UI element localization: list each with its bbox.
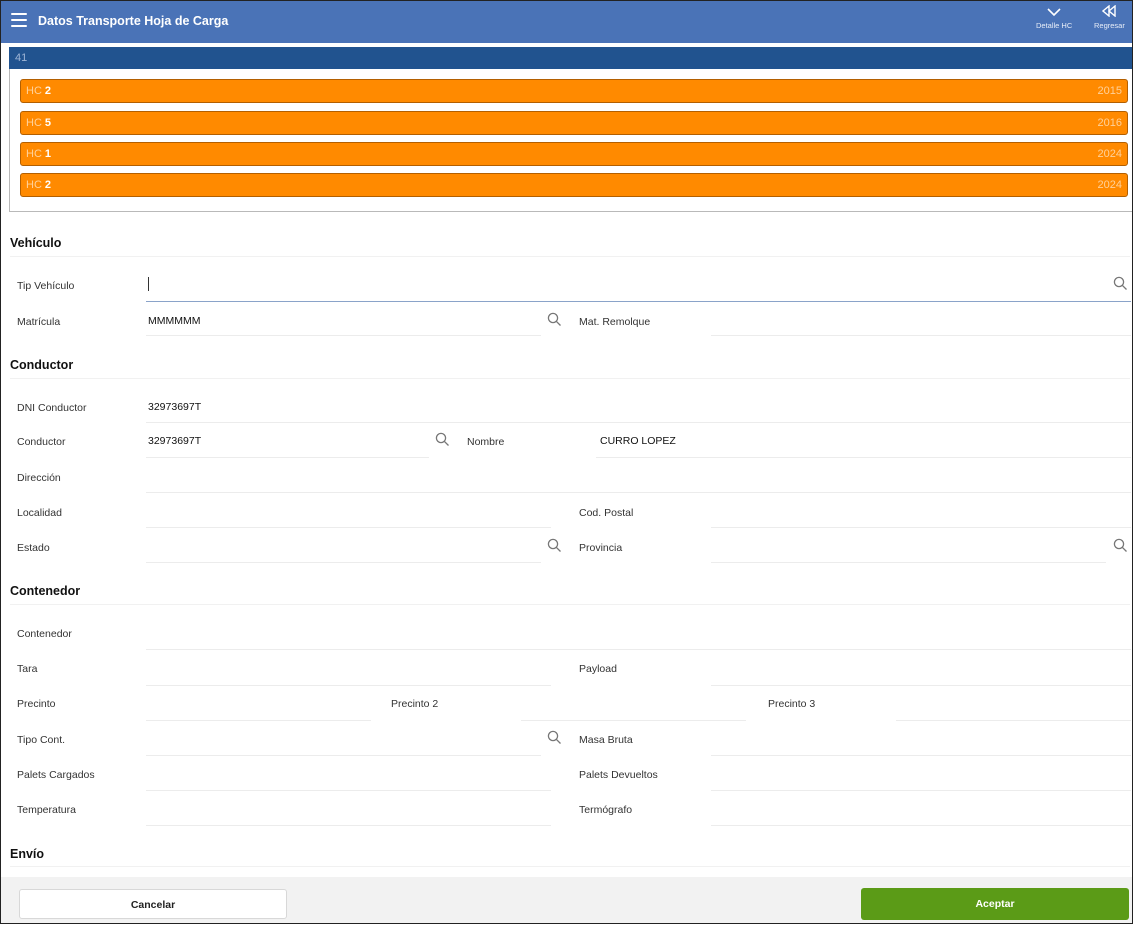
hc-item[interactable]: HC 2 2024	[20, 173, 1128, 197]
hc-year: 2016	[1097, 117, 1122, 129]
hc-number: 1	[44, 148, 52, 160]
field-underline	[596, 457, 1131, 458]
hc-prefix: HC	[26, 85, 42, 97]
field-underline	[146, 422, 1131, 423]
back-button[interactable]: Regresar	[1094, 4, 1125, 30]
hc-number: 5	[44, 117, 52, 129]
hc-year: 2024	[1097, 148, 1122, 160]
field-underline	[146, 335, 541, 336]
localidad-label: Localidad	[17, 507, 62, 519]
hc-prefix: HC	[26, 148, 42, 160]
search-icon[interactable]	[547, 312, 562, 327]
cod-postal-field[interactable]	[711, 527, 1131, 528]
tip-vehiculo-input[interactable]	[146, 271, 1131, 302]
palets-cargados-field[interactable]	[146, 790, 551, 791]
text-caret	[148, 277, 149, 291]
masa-bruta-field[interactable]	[711, 755, 1131, 756]
precinto-label: Precinto	[17, 698, 56, 710]
palets-cargados-label: Palets Cargados	[17, 769, 95, 781]
matricula-field[interactable]: MMMMMM	[148, 315, 200, 327]
section-title-contenedor: Contenedor	[10, 584, 81, 598]
detail-hc-button[interactable]: Detalle HC	[1036, 5, 1072, 30]
masa-bruta-label: Masa Bruta	[579, 734, 633, 746]
search-icon[interactable]	[547, 538, 562, 553]
estado-label: Estado	[17, 542, 50, 554]
hc-prefix: HC	[26, 117, 42, 129]
chevron-down-icon	[1036, 5, 1072, 21]
divider	[10, 604, 1130, 605]
tipo-cont-field[interactable]	[146, 755, 541, 756]
menu-icon[interactable]	[11, 13, 27, 27]
contenedor-field[interactable]	[146, 649, 1131, 650]
temperatura-label: Temperatura	[17, 804, 76, 816]
conductor-label: Conductor	[17, 436, 66, 448]
hc-year: 2015	[1097, 85, 1122, 97]
search-icon[interactable]	[1113, 276, 1128, 291]
search-icon[interactable]	[1113, 538, 1128, 553]
hc-number: 2	[44, 179, 52, 191]
estado-field[interactable]	[146, 562, 541, 563]
precinto3-field[interactable]	[896, 720, 1131, 721]
palets-devueltos-field[interactable]	[711, 790, 1131, 791]
hc-item[interactable]: HC 2 2015	[20, 79, 1128, 103]
field-underline	[146, 457, 429, 458]
precinto3-label: Precinto 3	[768, 698, 816, 710]
section-title-envio: Envío	[10, 847, 45, 861]
tara-field[interactable]	[146, 685, 551, 686]
provincia-label: Provincia	[579, 542, 623, 554]
top-bar: Datos Transporte Hoja de Carga Detalle H…	[1, 1, 1132, 43]
palets-devueltos-label: Palets Devueltos	[579, 769, 658, 781]
section-title-conductor: Conductor	[10, 358, 74, 372]
mat-remolque-label: Mat. Remolque	[579, 316, 651, 328]
hc-year: 2024	[1097, 179, 1122, 191]
detail-hc-label: Detalle HC	[1036, 21, 1073, 30]
matricula-label: Matrícula	[17, 316, 61, 328]
precinto2-label: Precinto 2	[391, 698, 439, 710]
termografo-field[interactable]	[711, 825, 1131, 826]
cod-postal-label: Cod. Postal	[579, 507, 634, 519]
divider	[10, 378, 1130, 379]
hc-group-header[interactable]: 41	[9, 47, 1132, 69]
payload-field[interactable]	[711, 685, 1131, 686]
provincia-field[interactable]	[711, 562, 1106, 563]
hc-number: 2	[44, 85, 52, 97]
app-frame: Datos Transporte Hoja de Carga Detalle H…	[0, 0, 1133, 924]
dni-conductor-label: DNI Conductor	[17, 402, 87, 414]
search-icon[interactable]	[547, 730, 562, 745]
contenedor-label: Contenedor	[17, 628, 72, 640]
back-label: Regresar	[1094, 21, 1125, 30]
tara-label: Tara	[17, 663, 38, 675]
accept-button[interactable]: Aceptar	[861, 888, 1129, 920]
tip-vehiculo-label: Tip Vehículo	[17, 280, 75, 292]
section-title-vehiculo: Vehículo	[10, 236, 62, 250]
search-icon[interactable]	[435, 432, 450, 447]
conductor-field[interactable]: 32973697T	[148, 435, 201, 447]
nombre-label: Nombre	[467, 436, 505, 448]
direccion-label: Dirección	[17, 472, 61, 484]
direccion-field[interactable]	[146, 492, 1131, 493]
termografo-label: Termógrafo	[579, 804, 633, 816]
tipo-cont-label: Tipo Cont.	[17, 734, 66, 746]
hc-item[interactable]: HC 5 2016	[20, 111, 1128, 135]
nombre-field[interactable]: CURRO LOPEZ	[600, 435, 676, 447]
page-title: Datos Transporte Hoja de Carga	[38, 14, 229, 28]
hc-prefix: HC	[26, 179, 42, 191]
precinto-field[interactable]	[146, 720, 371, 721]
dni-conductor-field[interactable]: 32973697T	[148, 401, 201, 413]
back-icon	[1094, 4, 1125, 21]
divider	[10, 256, 1130, 257]
cancel-button[interactable]: Cancelar	[19, 889, 287, 919]
divider	[10, 866, 1130, 867]
temperatura-field[interactable]	[146, 825, 551, 826]
hc-list: HC 2 2015 HC 5 2016 HC 1 2024 HC 2 2024	[9, 69, 1132, 212]
precinto2-field[interactable]	[521, 720, 746, 721]
payload-label: Payload	[579, 663, 617, 675]
hc-item[interactable]: HC 1 2024	[20, 142, 1128, 166]
localidad-field[interactable]	[146, 527, 551, 528]
mat-remolque-field[interactable]	[711, 335, 1131, 336]
